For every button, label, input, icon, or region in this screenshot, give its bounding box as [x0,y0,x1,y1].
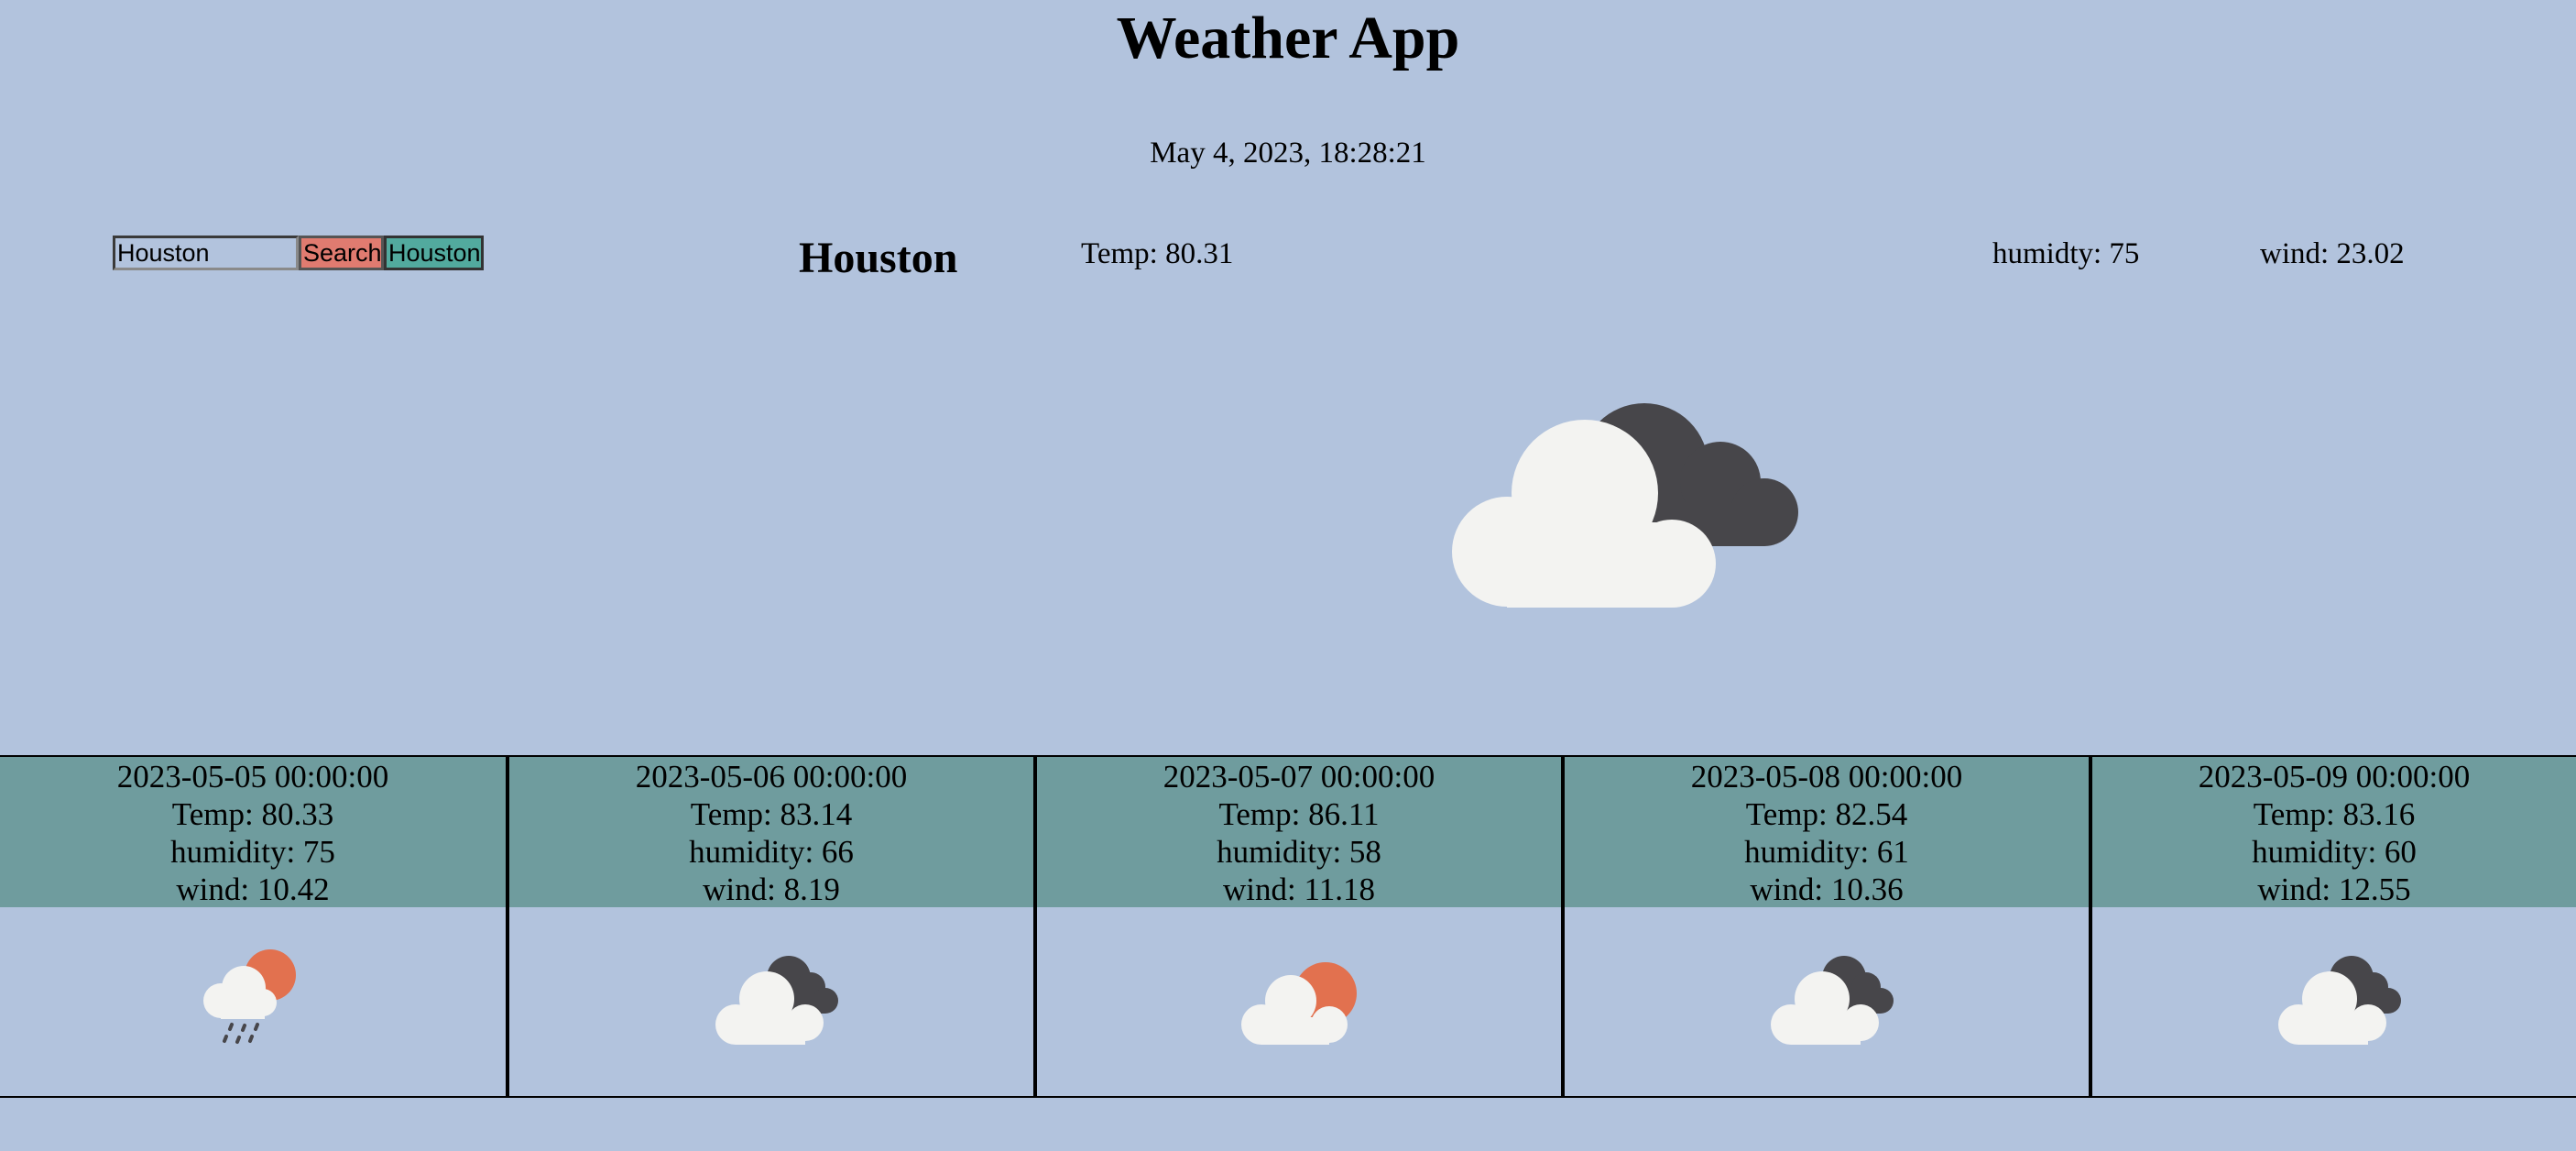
forecast-day-card: 2023-05-09 00:00:00 Temp: 83.16 humidity… [2089,755,2576,1098]
search-bar: Search Houston [113,236,484,272]
forecast-date: 2023-05-05 00:00:00 [116,759,389,795]
forecast-wind: wind: 8.19 [703,871,840,907]
current-wind: wind: 23.02 [2260,237,2405,270]
current-temp: Temp: 80.31 [1081,237,1234,270]
forecast-day-card: 2023-05-06 00:00:00 Temp: 83.14 humidity… [506,755,1033,1098]
forecast-date: 2023-05-08 00:00:00 [1690,759,1963,795]
broken-clouds-icon [1452,403,1798,608]
forecast-humidity: humidity: 60 [2252,834,2417,870]
forecast-wind: wind: 10.42 [176,871,330,907]
forecast-day-info: 2023-05-05 00:00:00 Temp: 80.33 humidity… [0,757,506,907]
forecast-humidity: humidity: 75 [170,834,335,870]
rain-sun-icon [203,949,296,1044]
forecast-temp: Temp: 83.14 [690,796,853,832]
forecast-date: 2023-05-09 00:00:00 [2198,759,2471,795]
forecast-date: 2023-05-06 00:00:00 [635,759,908,795]
forecast-day-info: 2023-05-09 00:00:00 Temp: 83.16 humidity… [2092,757,2576,907]
forecast-day-info: 2023-05-06 00:00:00 Temp: 83.14 humidity… [509,757,1033,907]
broken-clouds-icon [2278,956,2401,1045]
forecast-humidity: humidity: 66 [689,834,854,870]
partly-cloudy-icon [1241,962,1357,1045]
forecast-day-card: 2023-05-05 00:00:00 Temp: 80.33 humidity… [0,755,506,1098]
forecast-day-card: 2023-05-08 00:00:00 Temp: 82.54 humidity… [1561,755,2089,1098]
forecast-humidity: humidity: 61 [1744,834,1909,870]
forecast-day-info: 2023-05-07 00:00:00 Temp: 86.11 humidity… [1037,757,1561,907]
forecast-temp: Temp: 80.33 [171,796,334,832]
forecast-humidity: humidity: 58 [1217,834,1381,870]
app-title: Weather App [1116,5,1460,71]
current-datetime: May 4, 2023, 18:28:21 [1150,137,1426,170]
city-search-input[interactable] [113,236,299,270]
five-day-forecast: 2023-05-05 00:00:00 Temp: 80.33 humidity… [0,755,2576,1098]
forecast-wind: wind: 12.55 [2257,871,2411,907]
broken-clouds-icon [715,956,838,1045]
broken-clouds-icon [1771,956,1894,1045]
current-city-name: Houston [799,234,958,282]
forecast-temp: Temp: 83.16 [2253,796,2416,832]
forecast-temp: Temp: 86.11 [1218,796,1380,832]
forecast-day-info: 2023-05-08 00:00:00 Temp: 82.54 humidity… [1565,757,2089,907]
forecast-day-card: 2023-05-07 00:00:00 Temp: 86.11 humidity… [1033,755,1561,1098]
forecast-wind: wind: 10.36 [1750,871,1904,907]
history-city-button[interactable]: Houston [384,236,484,270]
search-button[interactable]: Search [299,236,384,270]
current-humidity: humidty: 75 [1992,237,2140,270]
forecast-date: 2023-05-07 00:00:00 [1162,759,1435,795]
forecast-temp: Temp: 82.54 [1745,796,1908,832]
forecast-wind: wind: 11.18 [1223,871,1375,907]
